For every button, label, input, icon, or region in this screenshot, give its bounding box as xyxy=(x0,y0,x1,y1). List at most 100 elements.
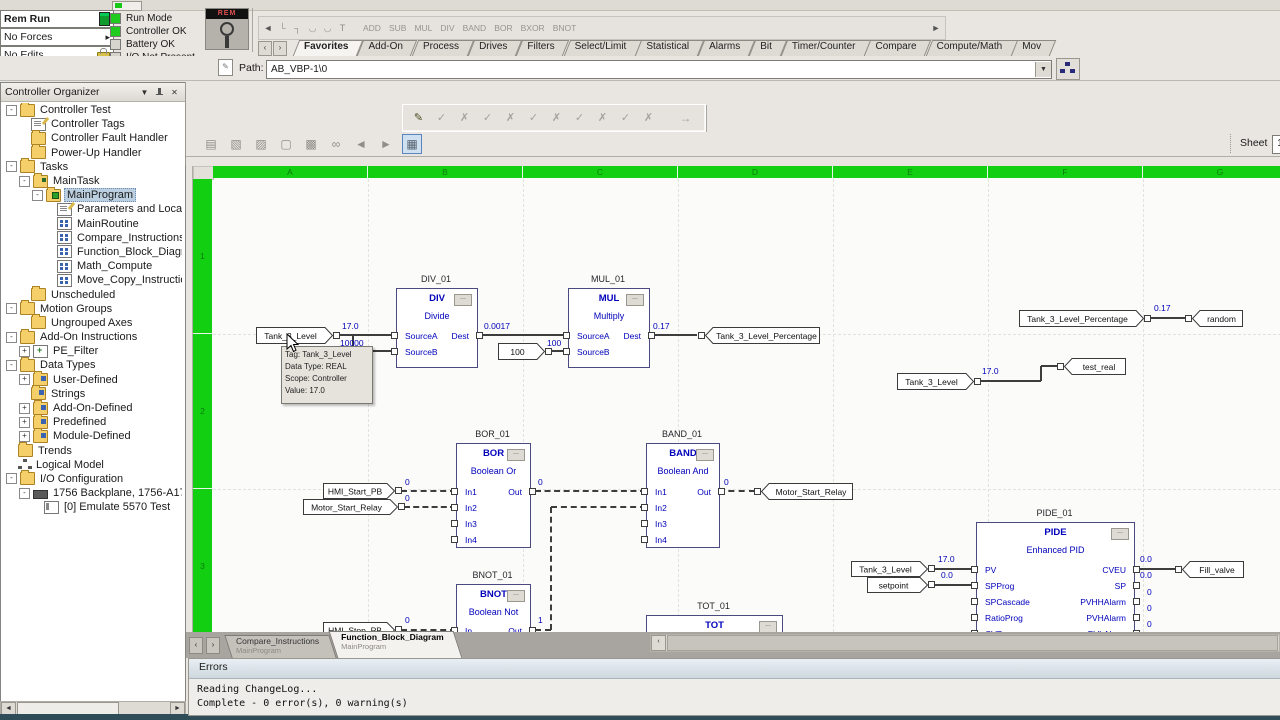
cancel-pending-routine-edits-icon[interactable]: ✗ xyxy=(455,109,474,127)
scroll-left-icon[interactable]: ‹ xyxy=(651,635,666,651)
tree-item-compare-instructions[interactable]: Compare_Instructions xyxy=(2,231,182,245)
block-properties-button[interactable]: ... xyxy=(759,621,777,632)
cancel-assemble-icon[interactable]: ✗ xyxy=(547,109,566,127)
tree-expand-toggle-icon[interactable]: - xyxy=(6,303,17,314)
input-reference-tag-tank-3-level[interactable]: Tank_3_Level xyxy=(897,373,974,390)
input-reference-tag-hmi-start-pb[interactable]: HMI_Start_PB xyxy=(323,483,395,499)
tree-item-mainroutine[interactable]: MainRoutine xyxy=(2,217,182,231)
routine-tab-function-block-diagram[interactable]: Function_Block_DiagramMainProgram xyxy=(333,631,458,658)
delete-sheet-icon[interactable]: ▨ xyxy=(252,135,270,153)
panel-dropdown-icon[interactable]: ▼ xyxy=(138,86,151,99)
forces-dropdown[interactable]: No Forces ▸ xyxy=(0,28,114,46)
palette-tab-compare[interactable]: Compare xyxy=(867,40,928,56)
toolbar-scroll-left-icon[interactable]: ◄ xyxy=(263,23,273,33)
tree-item-trends[interactable]: Trends xyxy=(2,444,182,458)
output-pin-cveu[interactable]: CVEU xyxy=(1102,565,1126,575)
tree-item-add-on-defined[interactable]: +Add-On-Defined xyxy=(2,401,182,415)
tree-item-i-o-configuration[interactable]: -I/O Configuration xyxy=(2,472,182,486)
fbd-block-bnot-01[interactable]: BNOT...Boolean NotInOut xyxy=(456,584,531,632)
instruction-button-bxor[interactable]: BXOR xyxy=(520,21,546,35)
tree-item-function-block-diagram[interactable]: Function_Block_Diagram xyxy=(2,245,182,259)
palette-tab-favorites[interactable]: Favorites xyxy=(296,40,360,56)
new-sheet-icon[interactable]: ▢ xyxy=(277,135,295,153)
tree-expand-toggle-icon[interactable]: - xyxy=(6,161,17,172)
tree-item-motion-groups[interactable]: -Motion Groups xyxy=(2,302,182,316)
tree-expand-toggle-icon[interactable]: - xyxy=(19,176,30,187)
routine-properties-icon[interactable]: ▤ xyxy=(202,135,220,153)
test-edits-icon[interactable]: ✓ xyxy=(570,109,589,127)
routine-tabs-scroll-right-button[interactable]: › xyxy=(206,637,220,654)
routine-tab-compare-instructions[interactable]: Compare_InstructionsMainProgram xyxy=(228,635,333,658)
output-pin-out[interactable]: Out xyxy=(508,487,522,497)
instruction-button-bnot[interactable]: BNOT xyxy=(552,21,578,35)
next-sheet-icon[interactable]: ► xyxy=(377,135,395,153)
tree-item-maintask[interactable]: -MainTask xyxy=(2,174,182,188)
tree-item-parameters-and-local-tag[interactable]: Parameters and Local Tag xyxy=(2,202,182,216)
fbd-block-bor-01[interactable]: BOR...Boolean OrIn1In2In3In4Out xyxy=(456,443,531,548)
tab-scroll-right-button[interactable]: › xyxy=(273,41,287,56)
finalize-edits-icon[interactable]: → xyxy=(676,109,695,127)
input-reference-tag-setpoint[interactable]: setpoint xyxy=(867,577,928,593)
tree-item-controller-fault-handler[interactable]: Controller Fault Handler xyxy=(2,131,182,145)
output-reference-tag-tank-3-level-percentage[interactable]: Tank_3_Level_Percentage xyxy=(705,327,820,344)
palette-tab-timer-counter[interactable]: Timer/Counter xyxy=(784,40,868,56)
tree-item-logical-model[interactable]: Logical Model xyxy=(2,458,182,472)
tree-item-ungrouped-axes[interactable]: Ungrouped Axes xyxy=(2,316,182,330)
input-pin-sourceb[interactable]: SourceB xyxy=(405,347,438,357)
pin-icon[interactable] xyxy=(153,86,166,99)
toolbar-run-icon[interactable] xyxy=(112,1,142,11)
palette-tab-filters[interactable]: Filters xyxy=(519,40,566,56)
grid-toggle-icon[interactable]: ▦ xyxy=(402,134,422,154)
toolbar-scroll-right-icon[interactable]: ► xyxy=(931,23,941,33)
tree-expand-toggle-icon[interactable]: - xyxy=(19,488,30,499)
tree-item-math-compute[interactable]: Math_Compute xyxy=(2,259,182,273)
input-reference-tag-tank-3-level-percentage[interactable]: Tank_3_Level_Percentage xyxy=(1019,310,1144,327)
output-pin-pvhalarm[interactable]: PVHAlarm xyxy=(1086,613,1126,623)
instruction-button-band[interactable]: BAND xyxy=(462,21,488,35)
controller-mode-dropdown[interactable]: Rem Run xyxy=(0,10,114,28)
start-pending-edits-icon[interactable]: ✎ xyxy=(409,109,428,127)
routine-tabs-scroll-left-button[interactable]: ‹ xyxy=(189,637,203,654)
output-pin-sp[interactable]: SP xyxy=(1115,581,1126,591)
link-icon[interactable]: ∞ xyxy=(327,135,345,153)
branch-tool-icon[interactable]: ┐ xyxy=(290,21,305,36)
block-properties-button[interactable]: ... xyxy=(696,449,714,461)
tree-item-add-on-instructions[interactable]: -Add-On Instructions xyxy=(2,330,182,344)
tree-expand-toggle-icon[interactable]: - xyxy=(6,332,17,343)
cancel-pending-program-edits-icon[interactable]: ✗ xyxy=(501,109,520,127)
input-pin-in1[interactable]: In1 xyxy=(465,487,477,497)
block-properties-button[interactable]: ... xyxy=(507,449,525,461)
tree-item-user-defined[interactable]: +User-Defined xyxy=(2,373,182,387)
input-reference-tag-tank-3-level[interactable]: Tank_3_Level xyxy=(851,561,928,577)
tree-expand-toggle-icon[interactable]: + xyxy=(19,403,30,414)
sheet-number-spinner[interactable]: 1 xyxy=(1272,135,1280,154)
input-reference-tool-icon[interactable]: ◡ xyxy=(305,21,320,36)
tree-expand-toggle-icon[interactable]: + xyxy=(19,417,30,428)
panel-close-icon[interactable]: ✕ xyxy=(168,86,181,99)
tree-item-move-copy-instructions[interactable]: Move_Copy_Instructions xyxy=(2,273,182,287)
input-pin-spprog[interactable]: SPProg xyxy=(985,581,1014,591)
previous-sheet-icon[interactable]: ◄ xyxy=(352,135,370,153)
tree-expand-toggle-icon[interactable]: - xyxy=(6,360,17,371)
tree-item-controller-tags[interactable]: Controller Tags xyxy=(2,117,182,131)
palette-tab-add-on[interactable]: Add-On xyxy=(360,40,414,56)
tree-item-power-up-handler[interactable]: Power-Up Handler xyxy=(2,146,182,160)
block-properties-button[interactable]: ... xyxy=(507,590,525,602)
tree-expand-toggle-icon[interactable]: - xyxy=(32,190,43,201)
tree-item-strings[interactable]: Strings xyxy=(2,387,182,401)
output-reference-tag-fill-valve[interactable]: Fill_valve xyxy=(1182,561,1244,578)
tree-item-module-defined[interactable]: +Module-Defined xyxy=(2,429,182,443)
block-properties-button[interactable]: ... xyxy=(626,294,644,306)
cancel-edits-icon[interactable]: ✗ xyxy=(639,109,658,127)
input-pin-ratioprog[interactable]: RatioProg xyxy=(985,613,1023,623)
tree-item-0-emulate-5570-test[interactable]: [0] Emulate 5570 Test xyxy=(2,500,182,514)
output-reference-tool-icon[interactable]: ◡ xyxy=(320,21,335,36)
output-pin-dest[interactable]: Dest xyxy=(452,331,469,341)
palette-tab-alarms[interactable]: Alarms xyxy=(701,40,752,56)
input-pin-in4[interactable]: In4 xyxy=(655,535,667,545)
input-reference-tag-motor-start-relay[interactable]: Motor_Start_Relay xyxy=(303,499,398,515)
tree-expand-toggle-icon[interactable]: + xyxy=(19,374,30,385)
block-properties-button[interactable]: ... xyxy=(1111,528,1129,540)
path-combobox[interactable]: AB_VBP-1\0 ▼ xyxy=(266,60,1052,79)
tree-item-1756-backplane-1756-a17[interactable]: -1756 Backplane, 1756-A17 xyxy=(2,486,182,500)
